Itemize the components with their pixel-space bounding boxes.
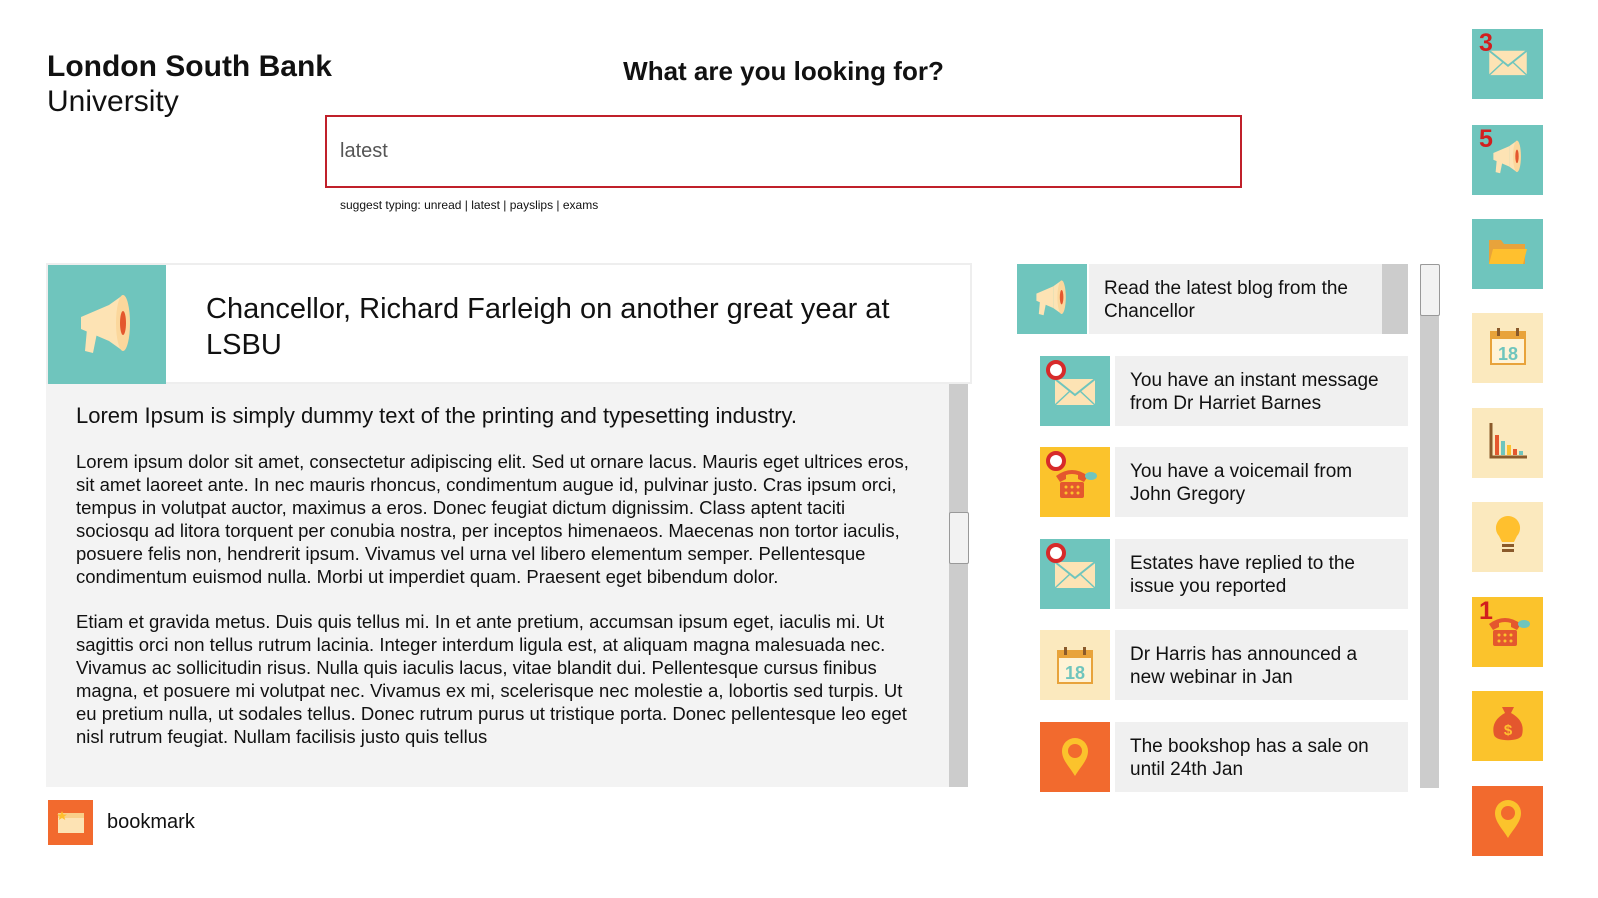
voicemail-count-badge: 1 bbox=[1479, 597, 1493, 625]
notification-feed: Read the latest blog from the Chancellor… bbox=[1017, 264, 1412, 799]
unread-indicator-icon bbox=[1046, 543, 1066, 563]
feed-scroll-thumb[interactable] bbox=[1420, 264, 1440, 316]
sidebar-files[interactable] bbox=[1472, 219, 1543, 289]
unread-indicator-icon bbox=[1046, 360, 1066, 380]
feed-item-bookshop-sale[interactable]: The bookshop has a sale on until 24th Ja… bbox=[1040, 722, 1408, 792]
suggestion-latest[interactable]: latest bbox=[471, 198, 500, 212]
article-scrollbar[interactable] bbox=[949, 384, 969, 787]
feed-item-text: Dr Harris has announced a new webinar in… bbox=[1115, 630, 1408, 700]
svg-text:18: 18 bbox=[1065, 663, 1085, 683]
feed-item-text: The bookshop has a sale on until 24th Ja… bbox=[1115, 722, 1408, 792]
envelope-icon bbox=[1040, 356, 1110, 426]
suggestion-payslips[interactable]: payslips bbox=[510, 198, 553, 212]
calendar-icon: 18 bbox=[1489, 326, 1527, 371]
location-pin-icon bbox=[1040, 722, 1110, 792]
sidebar-voicemail[interactable]: 1 bbox=[1472, 597, 1543, 667]
suggestion-prefix: suggest typing: bbox=[340, 198, 421, 212]
sidebar-messages[interactable]: 3 bbox=[1472, 29, 1543, 99]
bar-chart-icon bbox=[1487, 421, 1529, 466]
search-heading: What are you looking for? bbox=[623, 56, 944, 86]
feed-item-handle bbox=[1382, 264, 1408, 334]
search-input[interactable] bbox=[327, 117, 1240, 186]
feed-item-text: Estates have replied to the issue you re… bbox=[1115, 539, 1408, 609]
brand-line-1: London South Bank bbox=[47, 50, 332, 83]
sidebar-ideas[interactable] bbox=[1472, 502, 1543, 572]
bookmark-button[interactable]: bookmark bbox=[48, 800, 195, 845]
feed-item-estates-reply[interactable]: Estates have replied to the issue you re… bbox=[1040, 539, 1408, 609]
feed-item-text: You have a voicemail from John Gregory bbox=[1115, 447, 1408, 517]
search-suggestions: suggest typing: unread | latest | paysli… bbox=[340, 198, 599, 212]
article-lead: Lorem Ipsum is simply dummy text of the … bbox=[76, 403, 798, 428]
article-panel: Chancellor, Richard Farleigh on another … bbox=[46, 263, 972, 787]
feed-item-voicemail[interactable]: You have a voicemail from John Gregory bbox=[1040, 447, 1408, 517]
megaphone-icon bbox=[48, 265, 166, 386]
sidebar-reports[interactable] bbox=[1472, 408, 1543, 478]
article-body: Lorem Ipsum is simply dummy text of the … bbox=[46, 384, 949, 787]
announcements-count-badge: 5 bbox=[1479, 125, 1493, 153]
sidebar-announcements[interactable]: 5 bbox=[1472, 125, 1543, 195]
svg-text:18: 18 bbox=[1497, 344, 1517, 364]
megaphone-icon bbox=[1490, 138, 1526, 183]
folder-icon bbox=[1487, 236, 1529, 273]
article-title: Chancellor, Richard Farleigh on another … bbox=[206, 293, 890, 361]
suggestion-unread[interactable]: unread bbox=[424, 198, 461, 212]
university-logo: London South Bank University bbox=[47, 50, 332, 120]
feed-item-webinar[interactable]: 18 Dr Harris has announced a new webinar… bbox=[1040, 630, 1408, 700]
sidebar-locations[interactable] bbox=[1472, 786, 1543, 856]
article-paragraph: Lorem ipsum dolor sit amet, consectetur … bbox=[76, 451, 909, 587]
calendar-icon: 18 bbox=[1040, 630, 1110, 700]
sidebar-payments[interactable]: $ bbox=[1472, 691, 1543, 761]
telephone-icon bbox=[1040, 447, 1110, 517]
feed-scrollbar[interactable] bbox=[1420, 264, 1440, 788]
location-pin-icon bbox=[1492, 798, 1524, 845]
bookmark-label: bookmark bbox=[107, 811, 195, 833]
feed-item-chancellor-blog[interactable]: Read the latest blog from the Chancellor bbox=[1017, 264, 1408, 334]
article-scroll-thumb[interactable] bbox=[949, 512, 969, 564]
megaphone-icon bbox=[1017, 264, 1087, 334]
feed-item-text: You have an instant message from Dr Harr… bbox=[1115, 356, 1408, 426]
unread-indicator-icon bbox=[1046, 451, 1066, 471]
svg-text:$: $ bbox=[1503, 722, 1512, 739]
money-bag-icon: $ bbox=[1490, 703, 1526, 750]
messages-count-badge: 3 bbox=[1479, 29, 1493, 57]
feed-item-text: Read the latest blog from the Chancellor bbox=[1089, 264, 1382, 334]
lightbulb-icon bbox=[1493, 514, 1523, 561]
brand-line-2: University bbox=[47, 85, 179, 118]
envelope-icon bbox=[1040, 539, 1110, 609]
suggestion-exams[interactable]: exams bbox=[563, 198, 598, 212]
article-header: Chancellor, Richard Farleigh on another … bbox=[46, 263, 972, 386]
sidebar-calendar[interactable]: 18 bbox=[1472, 313, 1543, 383]
article-paragraph: Etiam et gravida metus. Duis quis tellus… bbox=[76, 611, 907, 747]
feed-item-instant-message[interactable]: You have an instant message from Dr Harr… bbox=[1040, 356, 1408, 426]
bookmark-window-icon bbox=[48, 800, 93, 845]
search-box[interactable] bbox=[325, 115, 1242, 188]
